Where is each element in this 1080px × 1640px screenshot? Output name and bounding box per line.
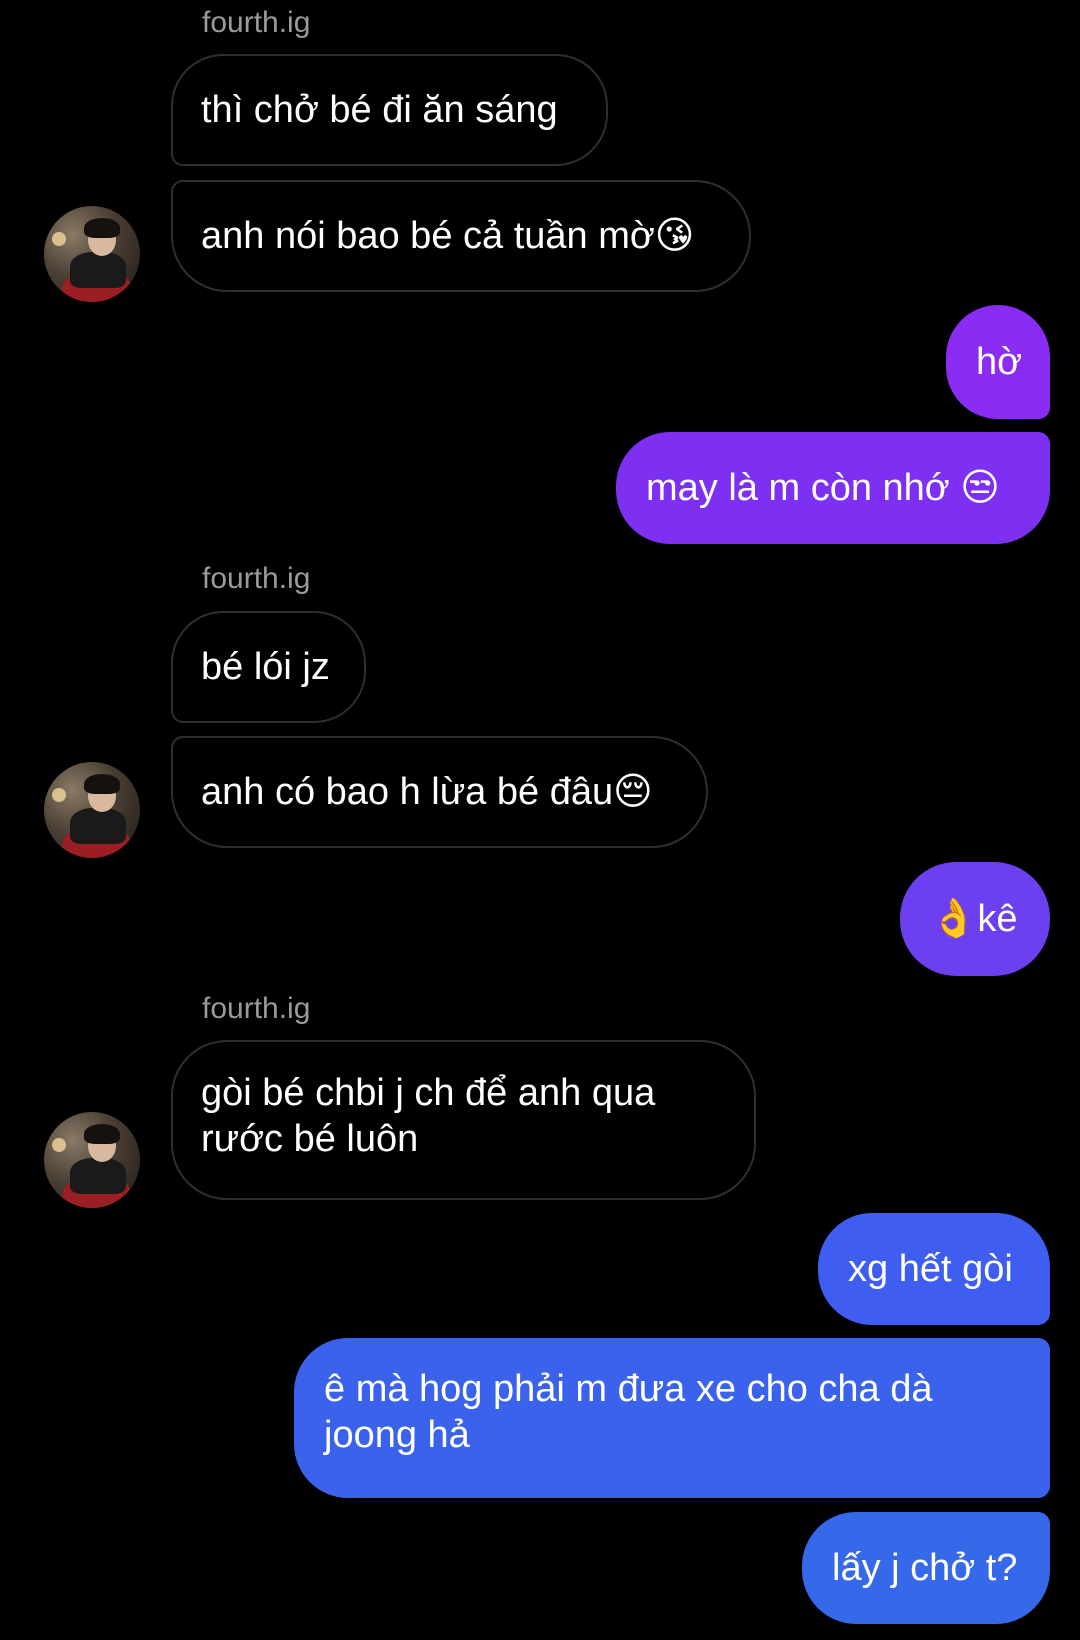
sender-name: fourth.ig: [202, 562, 311, 595]
outgoing-message[interactable]: 👌kê: [900, 862, 1050, 976]
sender-name: fourth.ig: [202, 992, 311, 1025]
avatar-photo-detail: [84, 218, 120, 238]
avatar-photo-detail: [70, 252, 126, 288]
avatar-photo-detail: [52, 1138, 66, 1152]
incoming-message[interactable]: anh có bao h lừa bé đâu😔: [171, 736, 708, 848]
avatar-photo-detail: [52, 232, 66, 246]
outgoing-message[interactable]: lấy j chở t?: [802, 1512, 1050, 1624]
avatar-photo-detail: [70, 1158, 126, 1194]
outgoing-message[interactable]: may là m còn nhớ 😒: [616, 432, 1050, 544]
incoming-message[interactable]: anh nói bao bé cả tuần mờ😘: [171, 180, 751, 292]
outgoing-message[interactable]: ê mà hog phải m đưa xe cho cha dà joong …: [294, 1338, 1050, 1498]
sender-name: fourth.ig: [202, 6, 311, 39]
incoming-message[interactable]: thì chở bé đi ăn sáng: [171, 54, 608, 166]
incoming-message[interactable]: bé lói jz: [171, 611, 366, 723]
outgoing-message[interactable]: xg hết gòi: [818, 1213, 1050, 1325]
avatar-photo-detail: [52, 788, 66, 802]
chat-thread: fourth.ig thì chở bé đi ăn sáng anh nói …: [0, 0, 1080, 1640]
avatar-photo-detail: [84, 1124, 120, 1144]
avatar-photo-detail: [70, 808, 126, 844]
outgoing-message[interactable]: hờ: [946, 305, 1050, 419]
contact-avatar[interactable]: [44, 206, 140, 302]
avatar-photo-detail: [84, 774, 120, 794]
contact-avatar[interactable]: [44, 1112, 140, 1208]
incoming-message[interactable]: gòi bé chbi j ch để anh qua rước bé luôn: [171, 1040, 756, 1200]
contact-avatar[interactable]: [44, 762, 140, 858]
